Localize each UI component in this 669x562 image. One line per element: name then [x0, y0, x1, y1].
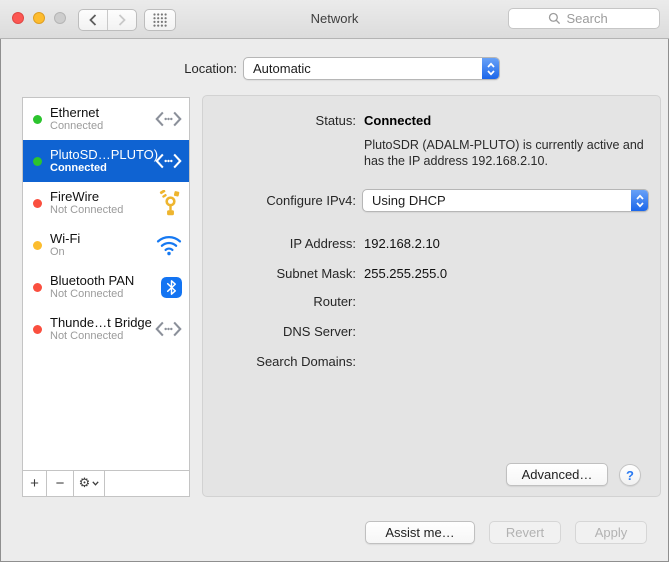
dns-server-label: DNS Server:	[283, 324, 356, 339]
configure-ipv4-dropdown[interactable]: Using DHCP	[362, 189, 649, 212]
status-value: Connected	[364, 113, 432, 128]
ip-address-value: 192.168.2.10	[364, 236, 440, 251]
status-dot-green	[33, 156, 42, 166]
remove-interface-button[interactable]: −	[47, 471, 74, 496]
ethernet-icon	[155, 111, 182, 127]
search-input[interactable]	[564, 10, 621, 27]
sidebar-item-ethernet[interactable]: Ethernet Connected	[23, 98, 189, 140]
interface-name: Thunde…t Bridge	[50, 315, 152, 330]
interface-name: Ethernet	[50, 105, 100, 120]
sidebar-item-bluetooth-pan[interactable]: Bluetooth PAN Not Connected	[23, 266, 189, 308]
search-domains-label: Search Domains:	[256, 354, 356, 369]
router-label: Router:	[313, 294, 356, 309]
interface-list: Ethernet Connected PlutoSD…PLUTO) Connec…	[22, 97, 190, 497]
configure-ipv4-value: Using DHCP	[372, 193, 446, 208]
add-interface-button[interactable]: +	[23, 471, 47, 496]
status-label: Status:	[315, 113, 356, 128]
status-description: PlutoSDR (ADALM-PLUTO) is currently acti…	[364, 138, 644, 168]
location-value: Automatic	[253, 61, 311, 76]
location-row: Location: Automatic	[0, 57, 669, 81]
chevron-down-icon	[92, 481, 100, 486]
interface-name: PlutoSD…PLUTO)	[50, 147, 159, 162]
location-label: Location:	[184, 61, 237, 76]
status-dot-green	[33, 114, 42, 124]
search-field[interactable]	[508, 8, 660, 29]
title-bar: Network	[0, 0, 669, 39]
ip-address-label: IP Address:	[289, 236, 356, 251]
action-menu-button[interactable]: ⚙	[74, 471, 105, 496]
interface-name: Bluetooth PAN	[50, 273, 135, 288]
interface-name: Wi-Fi	[50, 231, 81, 246]
configure-ipv4-label: Configure IPv4:	[266, 193, 356, 208]
interface-detail-panel: Status: Connected PlutoSDR (ADALM-PLUTO)…	[202, 95, 661, 497]
sidebar-item-firewire[interactable]: FireWire Not Connected	[23, 182, 189, 224]
interface-status: Not Connected	[50, 204, 124, 216]
location-dropdown[interactable]: Automatic	[243, 57, 500, 80]
gear-icon: ⚙	[78, 476, 91, 491]
interface-list-items: Ethernet Connected PlutoSD…PLUTO) Connec…	[23, 98, 189, 470]
interface-status: On	[50, 246, 65, 258]
firewire-icon	[159, 190, 182, 216]
status-dot-red	[33, 324, 42, 334]
advanced-button[interactable]: Advanced…	[506, 463, 608, 486]
interface-status: Not Connected	[50, 288, 124, 300]
sidebar-item-plutosdr[interactable]: PlutoSD…PLUTO) Connected	[23, 140, 189, 182]
popup-stepper-icon	[482, 58, 499, 79]
interface-status: Connected	[50, 162, 107, 174]
wifi-icon	[156, 235, 182, 256]
interface-name: FireWire	[50, 189, 100, 204]
ethernet-icon	[155, 153, 182, 169]
interface-list-toolbar: + − ⚙	[23, 470, 189, 496]
ethernet-icon	[155, 321, 182, 337]
revert-button[interactable]: Revert	[489, 521, 561, 544]
bluetooth-icon	[161, 276, 182, 298]
subnet-mask-label: Subnet Mask:	[276, 266, 357, 281]
apply-button[interactable]: Apply	[575, 521, 647, 544]
status-dot-yellow	[33, 240, 42, 250]
status-dot-red	[33, 282, 42, 292]
assist-me-button[interactable]: Assist me…	[365, 521, 475, 544]
status-dot-red	[33, 198, 42, 208]
subnet-mask-value: 255.255.255.0	[364, 266, 448, 281]
network-preferences-window: Network Location: Automatic Ethernet Con…	[0, 0, 669, 562]
popup-stepper-icon	[631, 190, 648, 211]
interface-status: Connected	[50, 120, 104, 132]
help-button[interactable]: ?	[619, 464, 641, 486]
interface-status: Not Connected	[50, 330, 124, 342]
search-icon	[548, 12, 560, 25]
sidebar-item-wifi[interactable]: Wi-Fi On	[23, 224, 189, 266]
sidebar-item-thunderbolt-bridge[interactable]: Thunde…t Bridge Not Connected	[23, 308, 189, 350]
